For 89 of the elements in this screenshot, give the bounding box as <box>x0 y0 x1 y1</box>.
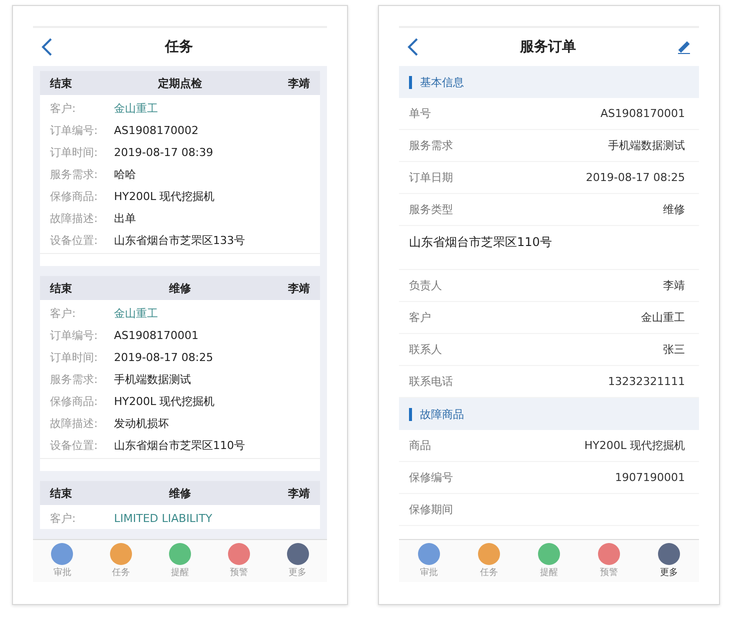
status-label: 结束 <box>50 76 73 90</box>
field-value: 13232321111 <box>608 375 685 388</box>
tab-label[interactable]: 更多 <box>660 566 678 579</box>
field-value: 山东省烟台市芝罘区110号 <box>114 438 245 452</box>
field-label: 保修商品: <box>50 188 99 204</box>
edit-icon[interactable] <box>677 40 691 54</box>
field-label: 订单时间: <box>50 350 99 364</box>
field-value: 张三 <box>663 342 685 357</box>
tab-label[interactable]: 更多 <box>288 566 307 579</box>
back-icon[interactable] <box>407 38 419 56</box>
field-label: 订单编号: <box>50 122 99 138</box>
tab-icon[interactable] <box>228 543 250 565</box>
tab-label[interactable]: 预警 <box>230 566 248 579</box>
tab-label[interactable]: 提醒 <box>540 566 558 579</box>
section-title: 故障商品 <box>420 406 464 422</box>
field-label: 服务类型 <box>409 202 453 217</box>
field-label: 故障描述: <box>50 210 99 226</box>
screen-title: 任务 <box>164 38 194 56</box>
tab-icon[interactable] <box>51 543 74 565</box>
field-value: 哈哈 <box>114 166 136 182</box>
tab-icon[interactable] <box>168 543 191 565</box>
field-value: 1907190001 <box>615 471 685 484</box>
address-text: 山东省烟台市芝罘区110号 <box>409 235 552 249</box>
tab-icon[interactable] <box>598 543 620 565</box>
status-label: 结束 <box>50 280 73 296</box>
task-card[interactable]: 结束 维修 李靖 客户: 金山重工 订单编号: AS1908170001 订单时间: 2019-08-17 08:25 服务需求: 手机端数据测试 保修商品: HY200L 现代挖掘机 故障描述: 发动机损坏 设备位置: 山东省烟台市芝罘区110号 <box>40 276 320 471</box>
field-label: 订单时间: <box>50 144 99 160</box>
owner-name: 李靖 <box>287 76 310 90</box>
field-value: 维修 <box>663 202 685 217</box>
tab-icon[interactable] <box>658 543 680 565</box>
field-value: 出单 <box>114 210 136 226</box>
field-label: 服务需求: <box>50 372 99 386</box>
task-card[interactable]: 结束 定期点检 李靖 客户: 金山重工 订单编号: AS1908170002 订单时间: 2019-08-17 08:39 服务需求: 哈哈 保修商品: HY200L 现代挖掘机 故障描述: 出单 设备位置: 山东省烟台市芝罘区133号 <box>40 71 320 266</box>
field-value: HY200L 现代挖掘机 <box>114 188 215 204</box>
field-label: 负责人 <box>409 278 442 293</box>
tab-label[interactable]: 预警 <box>600 566 618 579</box>
field-label: 联系人 <box>409 342 442 357</box>
field-value: 金山重工 <box>641 310 685 325</box>
field-value: 2019-08-17 08:25 <box>114 350 214 364</box>
field-label: 故障描述: <box>50 416 99 430</box>
service-type: 维修 <box>168 280 192 296</box>
field-value: AS1908170001 <box>114 328 198 342</box>
field-label: 客户: <box>50 510 77 526</box>
field-value: 2019-08-17 08:25 <box>586 171 685 184</box>
field-value: 手机端数据测试 <box>114 372 191 386</box>
field-label: 联系电话 <box>409 374 453 389</box>
task-card[interactable]: 结束 维修 李靖 客户: LIMITED LIABILITY <box>40 481 320 529</box>
field-label: 服务需求 <box>409 138 453 153</box>
field-value: 山东省烟台市芝罘区133号 <box>114 232 245 248</box>
field-label: 保修商品: <box>50 394 99 408</box>
screen-title: 服务订单 <box>518 38 577 56</box>
field-label: 客户 <box>409 310 431 325</box>
field-label: 单号 <box>409 106 431 121</box>
section-title: 基本信息 <box>420 74 464 90</box>
field-value: 手机端数据测试 <box>608 138 685 153</box>
field-value: AS1908170001 <box>600 107 685 120</box>
field-label: 客户: <box>50 100 77 116</box>
tab-icon[interactable] <box>286 543 309 565</box>
service-type: 维修 <box>168 486 192 500</box>
field-label: 服务需求: <box>50 166 99 182</box>
tab-label[interactable]: 审批 <box>53 566 72 579</box>
tab-icon[interactable] <box>418 543 440 565</box>
field-label: 设备位置: <box>50 232 99 248</box>
customer-link[interactable]: LIMITED LIABILITY <box>114 512 212 524</box>
tab-icon[interactable] <box>538 543 560 565</box>
customer-link[interactable]: 金山重工 <box>114 306 158 320</box>
field-value: HY200L 现代挖掘机 <box>584 438 685 453</box>
owner-name: 李靖 <box>287 280 310 296</box>
field-label: 保修编号 <box>409 470 453 485</box>
field-label: 商品 <box>409 438 431 453</box>
tab-label[interactable]: 提醒 <box>170 566 189 579</box>
service-type: 定期点检 <box>156 76 203 90</box>
status-label: 结束 <box>50 486 73 500</box>
field-label: 客户: <box>50 306 77 320</box>
field-value: 发动机损坏 <box>114 416 169 430</box>
customer-link[interactable]: 金山重工 <box>114 100 158 116</box>
field-value: HY200L 现代挖掘机 <box>114 394 215 408</box>
field-label: 订单编号: <box>50 328 99 342</box>
owner-name: 李靖 <box>287 486 310 500</box>
tab-label[interactable]: 审批 <box>420 566 438 579</box>
field-label: 订单日期 <box>409 170 453 185</box>
tab-label[interactable]: 任务 <box>480 566 498 579</box>
field-value: AS1908170002 <box>114 124 198 136</box>
field-label: 设备位置: <box>50 438 99 452</box>
field-label: 保修期间 <box>409 502 453 517</box>
field-value: 李靖 <box>663 278 685 293</box>
field-value: 2019-08-17 08:39 <box>114 146 214 158</box>
back-icon[interactable] <box>41 38 53 56</box>
tab-label[interactable]: 任务 <box>112 566 130 579</box>
